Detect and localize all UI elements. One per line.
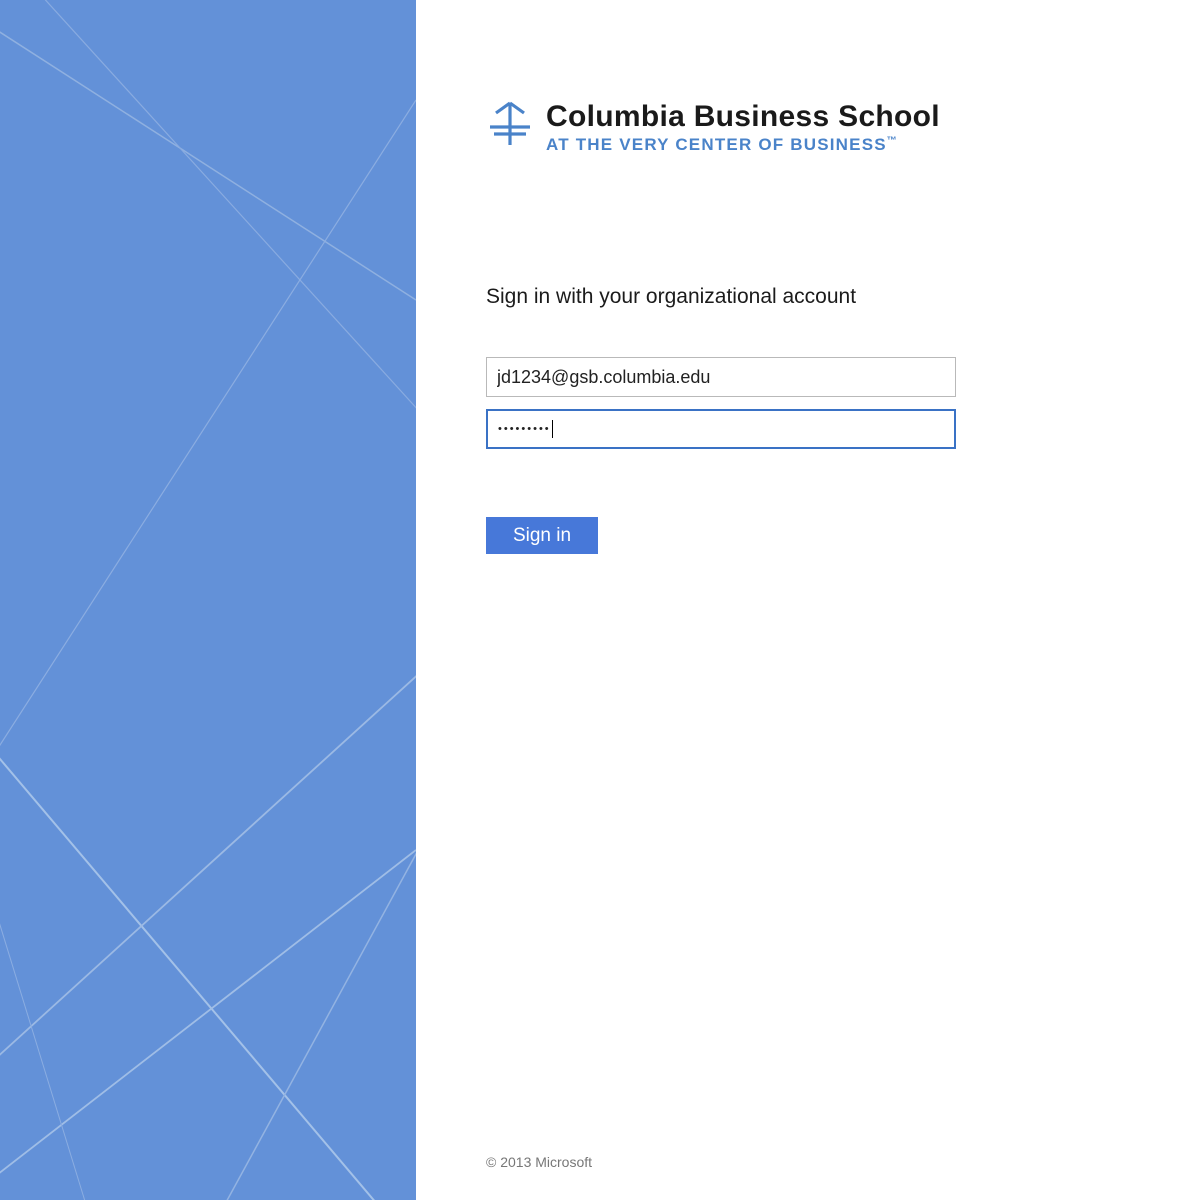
footer-copyright: © 2013 Microsoft [486,1154,592,1170]
signin-heading: Sign in with your organizational account [486,285,1114,309]
password-input[interactable]: ••••••••• [486,409,956,449]
signin-button[interactable]: Sign in [486,517,598,554]
login-panel: Columbia Business School AT THE VERY CEN… [416,0,1184,1200]
logo-title: Columbia Business School [546,100,940,133]
text-cursor [552,420,553,438]
decorative-left-panel [0,0,416,1200]
tagline-text: AT THE VERY CENTER OF BUSINESS [546,135,887,154]
password-mask: ••••••••• [498,423,551,435]
tagline-trademark: ™ [887,135,898,146]
logo-tagline: AT THE VERY CENTER OF BUSINESS™ [546,135,940,155]
logo-block: Columbia Business School AT THE VERY CEN… [486,100,1114,155]
columbia-logo-icon [486,101,534,154]
username-input[interactable] [486,357,956,397]
